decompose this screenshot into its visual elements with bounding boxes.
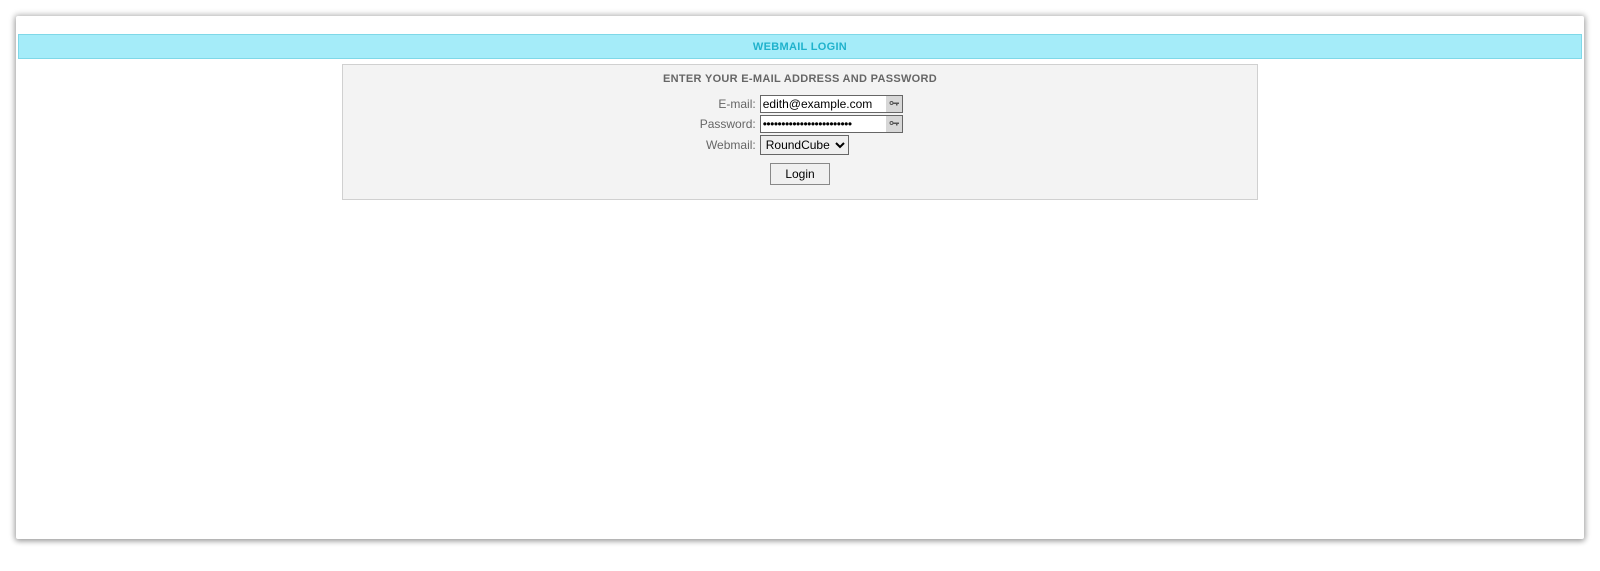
password-field[interactable] [760, 115, 903, 133]
login-panel: ENTER YOUR E-MAIL ADDRESS AND PASSWORD E… [342, 64, 1258, 200]
header-bar: WEBMAIL LOGIN [18, 34, 1582, 59]
webmail-label: Webmail: [353, 138, 760, 152]
email-field[interactable] [760, 95, 903, 113]
page-title: WEBMAIL LOGIN [753, 41, 847, 53]
login-button[interactable]: Login [770, 163, 829, 185]
row-email: E-mail: [353, 95, 1247, 113]
row-password: Password: [353, 115, 1247, 133]
row-webmail: Webmail: RoundCube [353, 135, 1247, 155]
email-label: E-mail: [353, 97, 760, 111]
panel-heading: ENTER YOUR E-MAIL ADDRESS AND PASSWORD [353, 73, 1247, 85]
password-label: Password: [353, 117, 760, 131]
webmail-select[interactable]: RoundCube [760, 135, 849, 155]
